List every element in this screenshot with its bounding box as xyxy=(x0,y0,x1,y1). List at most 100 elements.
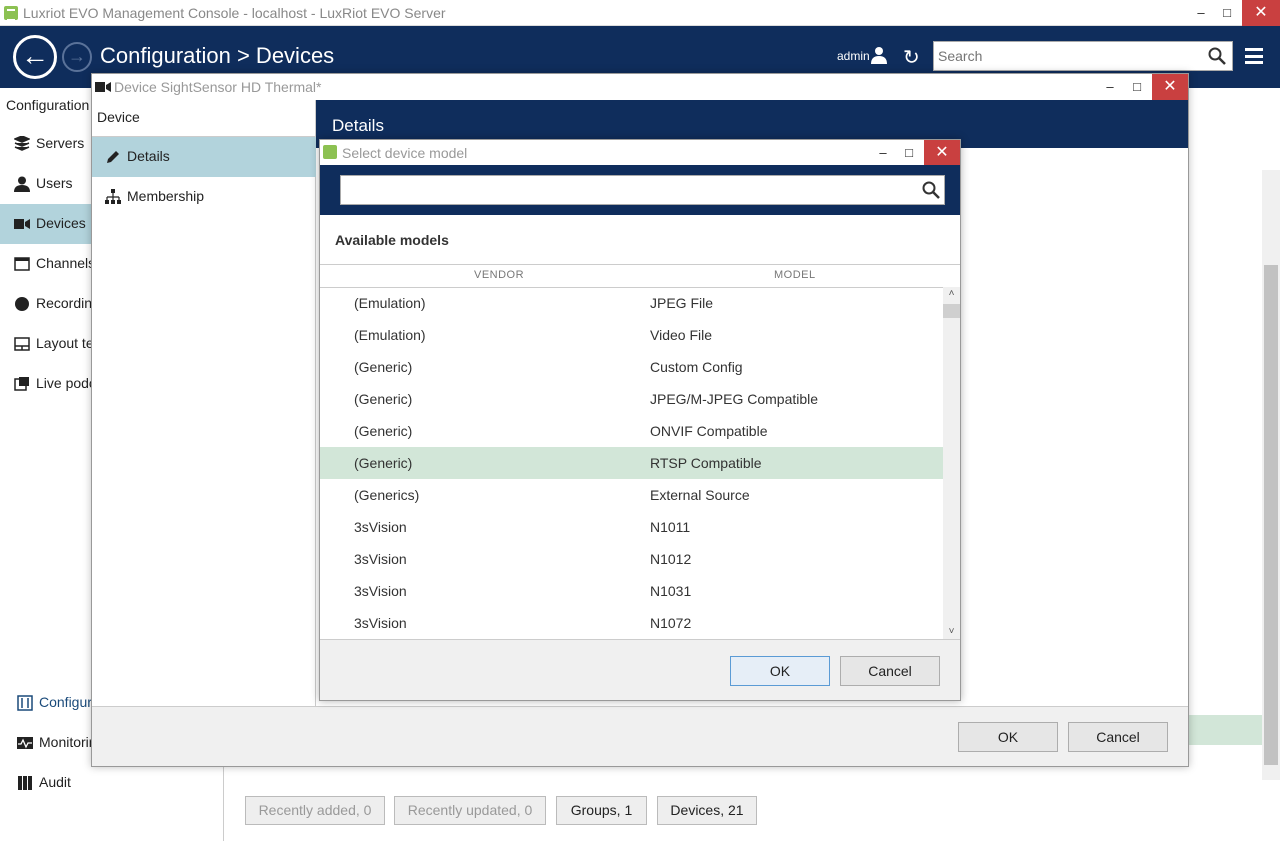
table-row[interactable]: 3sVision N1031 xyxy=(320,575,943,607)
select-model-dialog: Select device model – □ ✕ Available mode… xyxy=(319,139,961,701)
main-titlebar: Luxriot EVO Management Console - localho… xyxy=(0,0,1280,26)
podcast-icon xyxy=(14,377,29,391)
sidebar-item-label: Users xyxy=(36,175,73,191)
config-icon xyxy=(17,695,33,711)
vendor-cell: (Generic) xyxy=(354,423,413,439)
table-row[interactable]: (Generic) Custom Config xyxy=(320,351,943,383)
device-nav-details[interactable]: Details xyxy=(92,137,316,177)
vendor-cell: (Emulation) xyxy=(354,327,426,343)
camera-icon xyxy=(95,82,111,92)
maximize-button[interactable]: □ xyxy=(894,140,924,165)
search-icon[interactable] xyxy=(1208,47,1226,65)
search-icon[interactable] xyxy=(922,181,940,199)
layout-icon xyxy=(14,337,30,351)
vendor-cell: (Generic) xyxy=(354,391,413,407)
model-list-scrollbar[interactable]: ˄ ˅ xyxy=(943,287,960,639)
ok-button[interactable]: OK xyxy=(730,656,830,686)
table-row[interactable]: 3sVision N1011 xyxy=(320,511,943,543)
model-cell: N1072 xyxy=(650,615,692,631)
back-button[interactable]: ← xyxy=(13,35,57,79)
device-window-footer: OK Cancel xyxy=(92,706,1188,766)
available-models-title: Available models xyxy=(335,232,449,248)
tab-groups[interactable]: Groups, 1 xyxy=(556,796,647,825)
tab-devices[interactable]: Devices, 21 xyxy=(657,796,757,825)
table-row[interactable]: (Generic) RTSP Compatible xyxy=(320,447,943,479)
search-box[interactable] xyxy=(933,41,1233,71)
cancel-button[interactable]: Cancel xyxy=(840,656,940,686)
device-nav-label: Membership xyxy=(127,188,205,204)
vendor-cell: 3sVision xyxy=(354,583,407,599)
record-icon xyxy=(15,297,29,311)
close-button[interactable]: ✕ xyxy=(1152,74,1188,100)
column-header-vendor[interactable]: VENDOR xyxy=(474,269,524,281)
close-button[interactable]: ✕ xyxy=(924,140,960,165)
selected-row-highlight xyxy=(1188,715,1262,745)
model-cell: JPEG/M-JPEG Compatible xyxy=(650,391,819,407)
sidebar-item-label: Audit xyxy=(39,774,71,790)
cancel-button[interactable]: Cancel xyxy=(1068,722,1168,752)
minimize-button[interactable]: – xyxy=(1095,74,1125,100)
vendor-cell: (Generic) xyxy=(354,359,413,375)
model-cell: JPEG File xyxy=(650,295,714,311)
pencil-icon xyxy=(107,151,119,163)
device-nav-membership[interactable]: Membership xyxy=(92,177,316,217)
scroll-up-arrow-icon[interactable]: ˄ xyxy=(943,287,960,301)
vendor-cell: 3sVision xyxy=(354,551,407,567)
device-window-title: Device SightSensor HD Thermal* xyxy=(114,79,322,95)
audit-icon xyxy=(18,776,32,790)
table-row[interactable]: (Emulation) JPEG File xyxy=(320,287,943,319)
sidebar-item-label: Servers xyxy=(36,135,85,151)
ok-button[interactable]: OK xyxy=(958,722,1058,752)
tab-recently-updated[interactable]: Recently updated, 0 xyxy=(394,796,546,825)
channels-icon xyxy=(14,257,30,271)
model-cell: N1011 xyxy=(650,519,691,535)
model-cell: RTSP Compatible xyxy=(650,455,762,471)
sidebar-bottom-audit[interactable]: Audit xyxy=(0,763,224,803)
forward-button[interactable]: → xyxy=(62,42,92,72)
table-row[interactable]: 3sVision N1012 xyxy=(320,543,943,575)
sidebar-item-label: Devices xyxy=(36,215,86,231)
sidebar-title: Configuration xyxy=(6,97,90,113)
table-row[interactable]: (Generics) External Source xyxy=(320,479,943,511)
tab-recently-added[interactable]: Recently added, 0 xyxy=(245,796,385,825)
app-icon xyxy=(4,6,18,21)
scrollbar-thumb[interactable] xyxy=(1264,265,1278,765)
vendor-cell: (Generic) xyxy=(354,455,413,471)
model-table-header: VENDOR MODEL xyxy=(320,264,960,288)
main-list-scrollbar[interactable] xyxy=(1262,170,1280,780)
select-model-footer: OK Cancel xyxy=(320,639,960,700)
vendor-cell: 3sVision xyxy=(354,615,407,631)
user-icon xyxy=(14,176,30,192)
model-cell: ONVIF Compatible xyxy=(650,423,768,439)
model-search-box[interactable] xyxy=(340,175,945,205)
select-model-title: Select device model xyxy=(342,145,468,161)
scrollbar-thumb[interactable] xyxy=(943,304,960,318)
table-row[interactable]: 3sVision N1072 xyxy=(320,607,943,639)
table-row[interactable]: (Generic) JPEG/M-JPEG Compatible xyxy=(320,383,943,415)
vendor-cell: 3sVision xyxy=(354,519,407,535)
vendor-cell: (Emulation) xyxy=(354,295,426,311)
model-search-band xyxy=(320,165,960,215)
monitoring-icon xyxy=(17,737,33,749)
details-title: Details xyxy=(332,116,384,135)
vendor-cell: (Generics) xyxy=(354,487,420,503)
model-cell: Custom Config xyxy=(650,359,743,375)
maximize-button[interactable]: □ xyxy=(1122,74,1152,100)
model-search-input[interactable] xyxy=(341,176,911,204)
model-cell: External Source xyxy=(650,487,750,503)
refresh-icon[interactable]: ↻ xyxy=(903,45,920,70)
servers-icon xyxy=(14,136,30,151)
camera-icon xyxy=(14,219,30,229)
app-icon xyxy=(323,145,337,159)
hamburger-menu-icon[interactable] xyxy=(1245,48,1263,64)
user-name[interactable]: admin xyxy=(837,49,870,63)
table-row[interactable]: (Generic) ONVIF Compatible xyxy=(320,415,943,447)
column-header-model[interactable]: MODEL xyxy=(774,269,816,281)
maximize-button[interactable]: □ xyxy=(1212,0,1242,26)
user-icon[interactable] xyxy=(870,46,888,64)
search-input[interactable] xyxy=(934,42,1194,70)
close-button[interactable]: ✕ xyxy=(1242,0,1280,26)
device-nav-label: Details xyxy=(127,148,170,164)
table-row[interactable]: (Emulation) Video File xyxy=(320,319,943,351)
scroll-down-arrow-icon[interactable]: ˅ xyxy=(943,625,960,639)
